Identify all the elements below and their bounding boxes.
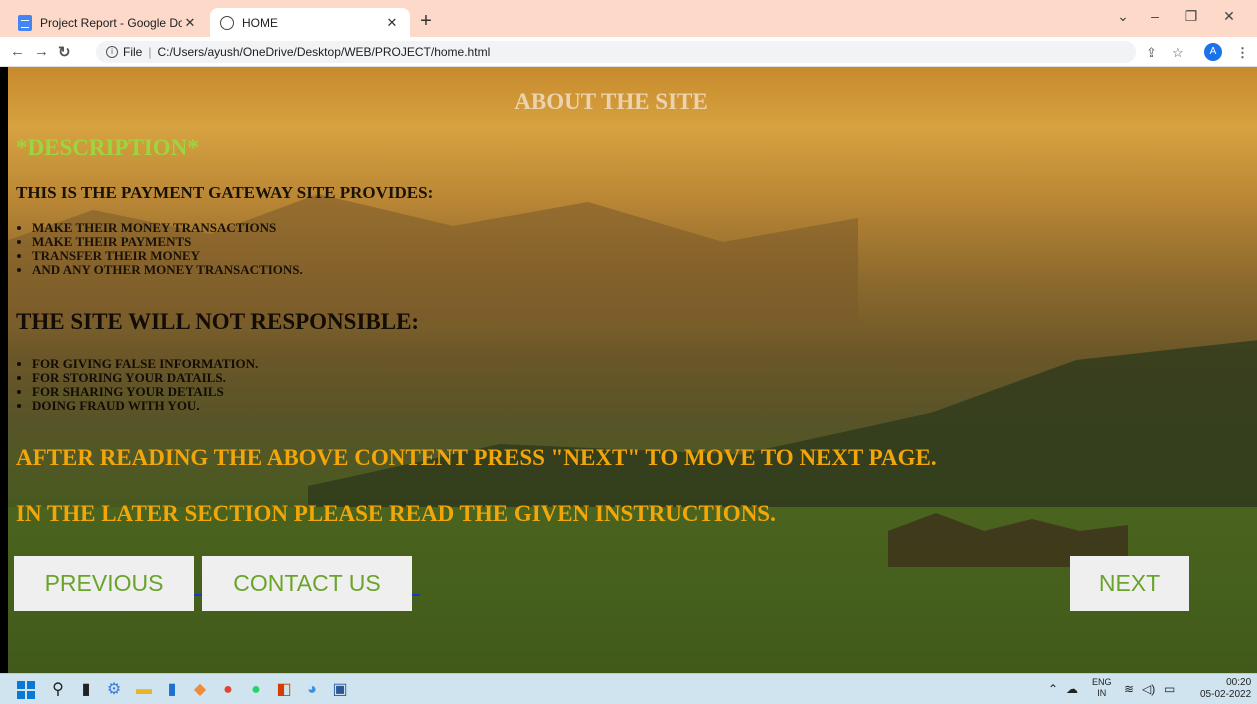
profile-avatar[interactable]: A: [1204, 43, 1222, 61]
chrome-profile-icon[interactable]: ◕: [302, 680, 322, 700]
file-explorer-icon[interactable]: ▬: [134, 680, 154, 700]
google-docs-icon: [18, 14, 32, 31]
url-scheme-label: File: [123, 45, 143, 59]
task-view-icon[interactable]: ▮: [76, 680, 96, 700]
whatsapp-icon[interactable]: ●: [246, 680, 266, 700]
later-section-instruction: IN THE LATER SECTION PLEASE READ THE GIV…: [16, 501, 776, 526]
list-item: AND ANY OTHER MONEY TRANSACTIONS.: [32, 263, 303, 277]
list-item: FOR STORING YOUR DATAILS.: [32, 371, 258, 385]
previous-button[interactable]: PREVIOUS: [14, 556, 194, 611]
maximize-button[interactable]: ❐: [1176, 8, 1206, 25]
reload-icon[interactable]: ↻: [58, 43, 71, 61]
bookmark-star-icon[interactable]: ☆: [1172, 45, 1184, 61]
minimize-button[interactable]: –: [1140, 8, 1170, 24]
list-item: FOR GIVING FALSE INFORMATION.: [32, 357, 258, 371]
language-code: ENG: [1092, 677, 1112, 687]
close-window-button[interactable]: ✕: [1214, 8, 1244, 25]
address-bar: ← → ↻ i File | C:/Users/ayush/OneDrive/D…: [0, 37, 1257, 67]
background-hills: [308, 339, 1257, 507]
word-icon[interactable]: ▣: [330, 680, 350, 700]
after-reading-instruction: AFTER READING THE ABOVE CONTENT PRESS "N…: [16, 445, 937, 470]
tab-search-icon[interactable]: ⌄: [1108, 8, 1138, 25]
provides-heading: THIS IS THE PAYMENT GATEWAY SITE PROVIDE…: [16, 183, 434, 202]
language-indicator[interactable]: ENG IN: [1092, 677, 1112, 699]
list-item: TRANSFER THEIR MONEY: [32, 249, 303, 263]
menu-icon[interactable]: ⋮: [1236, 45, 1249, 61]
list-item: MAKE THEIR MONEY TRANSACTIONS: [32, 221, 303, 235]
close-tab-icon[interactable]: ✕: [384, 15, 400, 31]
taskbar: ⚲ ▮ ⚙ ▬ ▮ ◆ ● ● ◧ ◕ ▣ ⌃ ☁ ENG IN ≋ ◁) ▭ …: [0, 673, 1257, 704]
store-icon[interactable]: ▮: [162, 680, 182, 700]
wifi-icon[interactable]: ≋: [1124, 682, 1134, 696]
office-icon[interactable]: ◧: [274, 680, 294, 700]
link-underline: [412, 594, 420, 596]
list-item: FOR SHARING YOUR DETAILS: [32, 385, 258, 399]
chrome-icon[interactable]: ●: [218, 680, 238, 700]
page-viewport: ABOUT THE SITE *DESCRIPTION* THIS IS THE…: [8, 67, 1257, 673]
close-tab-icon[interactable]: ✕: [182, 15, 198, 31]
new-tab-button[interactable]: +: [414, 10, 438, 33]
tab-bar: Project Report - Google Docs ✕ HOME ✕ + …: [0, 0, 1257, 37]
url-input[interactable]: i File | C:/Users/ayush/OneDrive/Desktop…: [96, 41, 1136, 63]
tab-google-docs[interactable]: Project Report - Google Docs ✕: [8, 8, 208, 37]
tab-home[interactable]: HOME ✕: [210, 8, 410, 37]
share-icon[interactable]: ⇪: [1146, 45, 1157, 61]
url-separator: |: [148, 45, 152, 59]
windows-start-icon[interactable]: [16, 680, 36, 700]
tab-title: HOME: [242, 15, 278, 30]
chevron-up-icon[interactable]: ⌃: [1048, 682, 1058, 696]
contact-us-button[interactable]: CONTACT US: [202, 556, 412, 611]
url-text: C:/Users/ayush/OneDrive/Desktop/WEB/PROJ…: [157, 45, 491, 59]
list-item: MAKE THEIR PAYMENTS: [32, 235, 303, 249]
globe-icon: [220, 15, 234, 30]
provides-list: MAKE THEIR MONEY TRANSACTIONS MAKE THEIR…: [32, 221, 303, 277]
info-icon[interactable]: i: [106, 46, 118, 58]
description-heading: *DESCRIPTION*: [16, 135, 199, 160]
speaker-icon[interactable]: ◁): [1142, 682, 1155, 696]
next-button[interactable]: NEXT: [1070, 556, 1189, 611]
list-item: DOING FRAUD WITH YOU.: [32, 399, 258, 413]
clock-date: 05-02-2022: [1200, 689, 1252, 700]
battery-icon[interactable]: ▭: [1164, 682, 1175, 696]
region-code: IN: [1097, 688, 1107, 698]
back-icon[interactable]: ←: [10, 43, 25, 60]
settings-icon[interactable]: ⚙: [104, 680, 124, 700]
clock-time: 00:20: [1226, 677, 1252, 688]
about-heading: ABOUT THE SITE: [514, 89, 708, 114]
tab-title: Project Report - Google Docs: [40, 15, 182, 30]
not-responsible-list: FOR GIVING FALSE INFORMATION. FOR STORIN…: [32, 357, 258, 413]
search-icon[interactable]: ⚲: [48, 680, 68, 700]
git-icon[interactable]: ◆: [190, 680, 210, 700]
not-responsible-heading: THE SITE WILL NOT RESPONSIBLE:: [16, 309, 420, 334]
onedrive-cloud-icon[interactable]: ☁: [1066, 682, 1078, 696]
forward-icon[interactable]: →: [34, 43, 49, 60]
clock[interactable]: 00:20 05-02-2022: [1200, 677, 1251, 701]
